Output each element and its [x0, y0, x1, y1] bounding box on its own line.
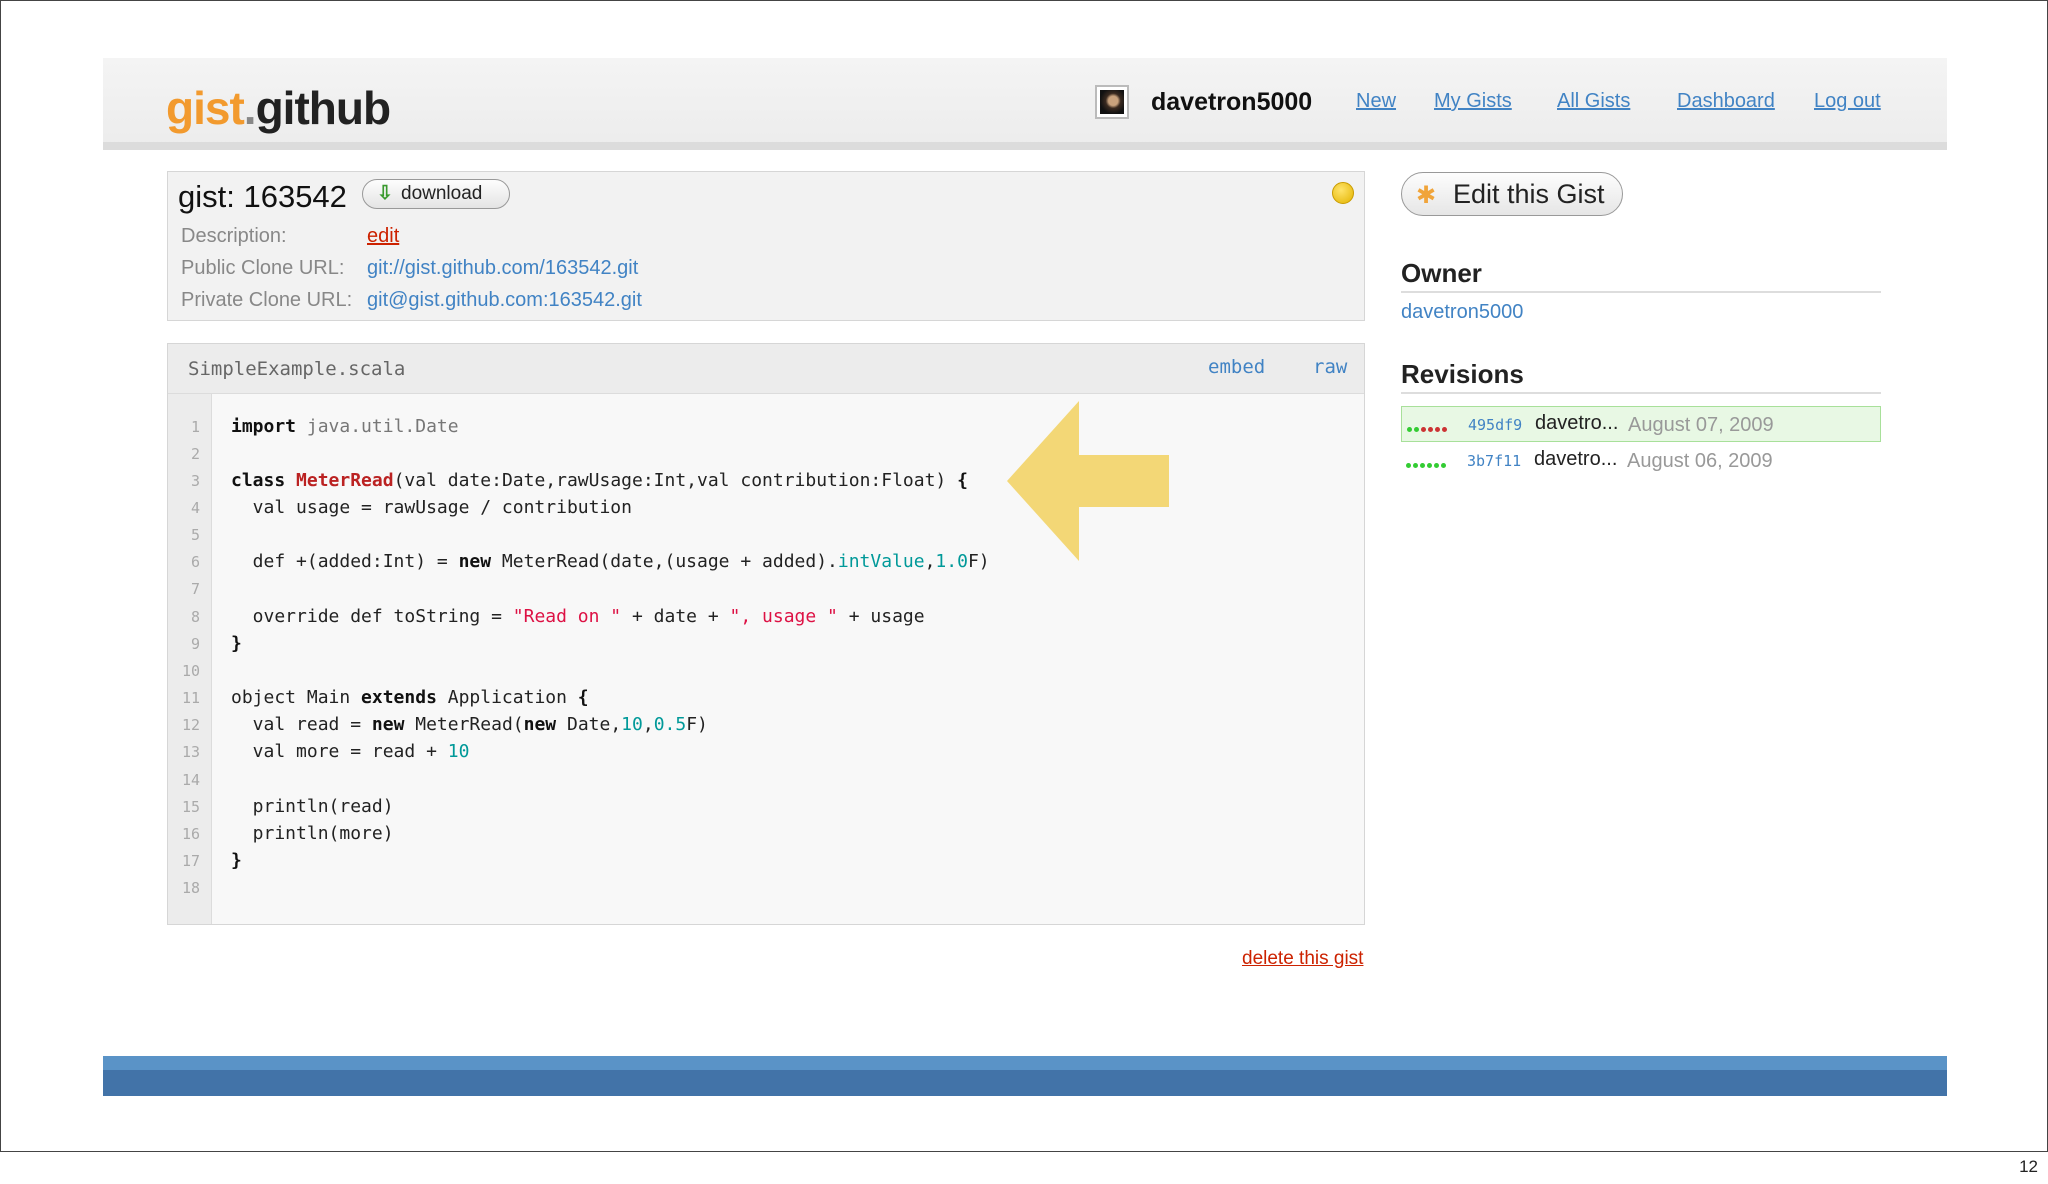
revision-date: August 07, 2009 — [1628, 414, 1774, 436]
gist-github-logo[interactable]: gist.github — [166, 81, 391, 135]
code-line: import java.util.Date — [231, 416, 459, 437]
line-number: 17 — [181, 852, 200, 870]
download-arrow-icon: ⇩ — [377, 183, 393, 204]
revision-row[interactable]: 3b7f11 davetro... August 06, 2009 — [1401, 443, 1881, 479]
download-button[interactable]: ⇩ download — [362, 179, 510, 209]
diff-stat-icon — [1407, 419, 1449, 432]
revision-user[interactable]: davetro... — [1534, 448, 1617, 471]
owner-divider — [1401, 291, 1881, 293]
revision-user[interactable]: davetro... — [1535, 412, 1618, 435]
code-line: val read = new MeterRead(new Date,10,0.5… — [231, 714, 708, 735]
owner-heading: Owner — [1401, 258, 1482, 288]
footer-bar — [103, 1070, 1947, 1096]
line-number: 6 — [190, 553, 200, 571]
logo-gist-text: gist — [166, 82, 245, 134]
revision-date: August 06, 2009 — [1627, 450, 1773, 472]
code-line: override def toString = "Read on " + dat… — [231, 606, 925, 627]
code-line: def +(added:Int) = new MeterRead(date,(u… — [231, 551, 990, 572]
diff-stat-icon — [1406, 455, 1448, 468]
asterisk-icon: ✱ — [1416, 182, 1437, 209]
embed-link[interactable]: embed — [1208, 356, 1265, 378]
edit-gist-label: Edit this Gist — [1453, 179, 1605, 209]
code-line: class MeterRead(val date:Date,rawUsage:I… — [231, 470, 968, 491]
line-number: 3 — [190, 472, 200, 490]
nav-new-link[interactable]: New — [1356, 90, 1396, 113]
header-divider — [103, 142, 1947, 150]
revision-hash[interactable]: 3b7f11 — [1467, 452, 1521, 470]
line-number: 11 — [181, 689, 200, 707]
nav-all-gists-link[interactable]: All Gists — [1557, 90, 1630, 113]
line-number: 5 — [190, 526, 200, 544]
code-line: val usage = rawUsage / contribution — [231, 497, 632, 518]
line-number: 4 — [190, 499, 200, 517]
nav-dashboard-link[interactable]: Dashboard — [1677, 90, 1775, 113]
username[interactable]: davetron5000 — [1151, 88, 1312, 117]
slide: gist.github davetron5000 New My Gists Al… — [0, 0, 2048, 1152]
description-label: Description: — [181, 225, 287, 247]
public-clone-url[interactable]: git://gist.github.com/163542.git — [367, 257, 638, 280]
code-line: println(read) — [231, 796, 394, 817]
footer-bar-top — [103, 1056, 1947, 1070]
private-clone-label: Private Clone URL: — [181, 289, 353, 311]
gist-title: gist: 163542 — [178, 179, 347, 214]
logo-github-text: github — [255, 82, 391, 134]
public-clone-label: Public Clone URL: — [181, 257, 345, 279]
line-number: 13 — [181, 743, 200, 761]
file-name: SimpleExample.scala — [188, 358, 406, 380]
avatar-image — [1100, 90, 1124, 114]
revisions-heading: Revisions — [1401, 359, 1524, 389]
download-label: download — [401, 183, 483, 204]
line-number: 8 — [190, 608, 200, 626]
line-number: 18 — [181, 879, 200, 897]
line-number: 10 — [181, 662, 200, 680]
description-edit-link[interactable]: edit — [367, 225, 399, 248]
edit-gist-button[interactable]: ✱ Edit this Gist — [1401, 172, 1623, 216]
private-clone-url[interactable]: git@gist.github.com:163542.git — [367, 289, 642, 312]
code-line: val more = read + 10 — [231, 741, 470, 762]
line-number: 14 — [181, 771, 200, 789]
code-line: } — [231, 633, 242, 654]
line-number: 15 — [181, 798, 200, 816]
line-number: 16 — [181, 825, 200, 843]
code-line: println(more) — [231, 823, 394, 844]
smiley-icon[interactable] — [1332, 182, 1354, 204]
revisions-divider — [1401, 392, 1881, 394]
code-line: object Main extends Application { — [231, 687, 589, 708]
callout-arrow-icon — [1007, 401, 1169, 561]
logo-dot: . — [243, 82, 257, 134]
delete-gist-link[interactable]: delete this gist — [1242, 948, 1363, 970]
line-number: 2 — [190, 445, 200, 463]
line-number: 12 — [181, 716, 200, 734]
code-line: } — [231, 850, 242, 871]
nav-my-gists-link[interactable]: My Gists — [1434, 90, 1512, 113]
revision-row[interactable]: 495df9 davetro... August 07, 2009 — [1401, 406, 1881, 442]
line-number: 7 — [190, 580, 200, 598]
line-number: 9 — [190, 635, 200, 653]
revision-hash[interactable]: 495df9 — [1468, 416, 1522, 434]
line-number: 1 — [190, 418, 200, 436]
avatar[interactable] — [1095, 85, 1129, 119]
nav-logout-link[interactable]: Log out — [1814, 90, 1881, 113]
raw-link[interactable]: raw — [1313, 356, 1347, 378]
slide-number: 12 — [2019, 1157, 2038, 1176]
owner-link[interactable]: davetron5000 — [1401, 301, 1523, 324]
